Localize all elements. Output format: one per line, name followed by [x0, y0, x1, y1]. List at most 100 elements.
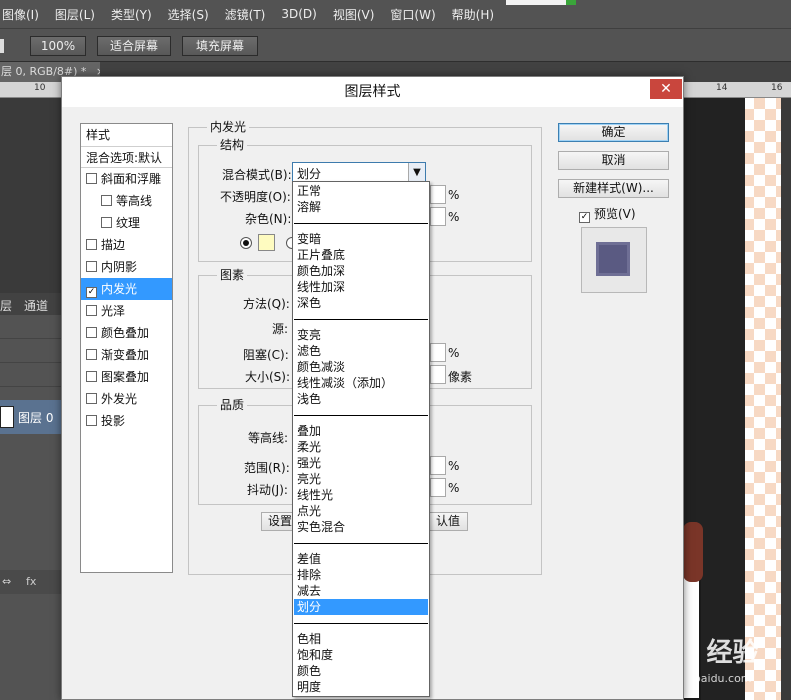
color-radio[interactable] [240, 237, 252, 249]
close-button[interactable]: ✕ [650, 79, 682, 99]
blend-mode-option[interactable]: 线性光 [294, 487, 428, 503]
size-label: 大小(S): [245, 370, 291, 384]
menu-3d[interactable]: 3D(D) [273, 7, 324, 21]
range-field[interactable] [430, 456, 446, 475]
blend-mode-option[interactable]: 明度 [294, 679, 428, 695]
checkbox-icon[interactable] [86, 173, 97, 184]
menu-help[interactable]: 帮助(H) [444, 6, 502, 23]
menu-filter[interactable]: 滤镜(T) [217, 6, 274, 23]
style-item[interactable]: 投影 [81, 410, 172, 432]
size-field[interactable] [430, 365, 446, 384]
blend-mode-option[interactable]: 柔光 [294, 439, 428, 455]
checkbox-icon[interactable] [86, 305, 97, 316]
blend-mode-option[interactable]: 深色 [294, 295, 428, 311]
blend-mode-option[interactable]: 颜色加深 [294, 263, 428, 279]
blend-mode-row[interactable] [0, 341, 61, 363]
layers-panel-footer: ⇔ fx [0, 570, 61, 594]
checkbox-icon[interactable]: ✓ [86, 287, 97, 298]
blend-mode-option[interactable]: 叠加 [294, 423, 428, 439]
new-style-button[interactable]: 新建样式(W)... [558, 179, 669, 198]
cancel-button[interactable]: 取消 [558, 151, 669, 170]
layers-panel-tabs: 层 通道 [0, 293, 61, 315]
checkbox-icon[interactable] [86, 349, 97, 360]
preview-checkbox[interactable]: ✓ 预览(V) [579, 205, 636, 223]
menu-image[interactable]: 图像(I) [0, 6, 47, 23]
blend-mode-option[interactable]: 滤色 [294, 343, 428, 359]
blend-mode-option[interactable]: 颜色减淡 [294, 359, 428, 375]
choke-field[interactable] [430, 343, 446, 362]
link-icon[interactable]: ⇔ [2, 575, 11, 588]
menu-layer[interactable]: 图层(L) [47, 6, 103, 23]
noise-field[interactable] [430, 207, 446, 226]
menu-type[interactable]: 类型(Y) [103, 6, 160, 23]
blending-options-item[interactable]: 混合选项:默认 [81, 146, 172, 168]
checkbox-icon[interactable] [86, 261, 97, 272]
dialog-title: 图层样式 [344, 84, 401, 100]
checkbox-icon[interactable] [86, 415, 97, 426]
zoom-100-button[interactable]: 100% [30, 36, 86, 56]
blend-mode-option[interactable]: 变暗 [294, 231, 428, 247]
layer-filter-row[interactable] [0, 317, 61, 339]
blend-mode-option[interactable]: 色相 [294, 631, 428, 647]
blend-mode-option[interactable]: 正常 [294, 183, 428, 199]
dialog-titlebar[interactable]: 图层样式 ✕ [62, 77, 683, 107]
blend-mode-option[interactable]: 排除 [294, 567, 428, 583]
blend-mode-option[interactable]: 实色混合 [294, 519, 428, 535]
blend-mode-option[interactable]: 线性减淡（添加） [294, 375, 428, 391]
ok-button[interactable]: 确定 [558, 123, 669, 142]
options-bar: 100% 适合屏幕 填充屏幕 [0, 28, 791, 62]
fill-screen-button[interactable]: 填充屏幕 [182, 36, 258, 56]
style-list-header[interactable]: 样式 [81, 124, 172, 146]
blend-mode-option[interactable]: 划分 [294, 599, 428, 615]
style-item[interactable]: 渐变叠加 [81, 344, 172, 366]
tab-channels[interactable]: 通道 [24, 297, 48, 314]
blend-mode-option[interactable]: 溶解 [294, 199, 428, 215]
blend-mode-option[interactable]: 亮光 [294, 471, 428, 487]
style-item[interactable]: 斜面和浮雕 [81, 168, 172, 190]
jitter-field[interactable] [430, 478, 446, 497]
tab-layers[interactable]: 层 [0, 297, 12, 314]
checkbox-icon[interactable] [86, 239, 97, 250]
style-item[interactable]: 图案叠加 [81, 366, 172, 388]
style-item[interactable]: ✓ 内发光 [81, 278, 172, 300]
glow-color-swatch[interactable] [258, 234, 275, 251]
style-item[interactable]: 光泽 [81, 300, 172, 322]
opacity-field[interactable] [430, 185, 446, 204]
blend-mode-option[interactable]: 差值 [294, 551, 428, 567]
menu-view[interactable]: 视图(V) [325, 6, 383, 23]
style-item[interactable]: 外发光 [81, 388, 172, 410]
blend-mode-option[interactable]: 减去 [294, 583, 428, 599]
checkbox-icon[interactable] [86, 327, 97, 338]
checkbox-icon[interactable] [86, 371, 97, 382]
blend-mode-option[interactable]: 饱和度 [294, 647, 428, 663]
checkbox-icon[interactable] [86, 393, 97, 404]
blend-mode-option[interactable]: 正片叠底 [294, 247, 428, 263]
blend-mode-select[interactable]: 划分 ▼ [292, 162, 426, 183]
style-item[interactable]: 描边 [81, 234, 172, 256]
lock-row[interactable] [0, 365, 61, 387]
fit-screen-button[interactable]: 适合屏幕 [97, 36, 171, 56]
checkbox-icon[interactable] [101, 217, 112, 228]
vertical-scrollbar[interactable] [781, 98, 791, 700]
style-item[interactable]: 纹理 [81, 212, 172, 234]
style-item[interactable]: 等高线 [81, 190, 172, 212]
style-item[interactable]: 颜色叠加 [81, 322, 172, 344]
checkbox-icon[interactable] [101, 195, 112, 206]
blend-mode-option[interactable]: 浅色 [294, 391, 428, 407]
fx-icon[interactable]: fx [26, 575, 36, 588]
tool-icon[interactable] [0, 39, 4, 53]
blend-mode-option[interactable]: 线性加深 [294, 279, 428, 295]
blend-mode-option[interactable]: 点光 [294, 503, 428, 519]
layers-panel: 层 通道 图层 0 ⇔ fx [0, 293, 61, 700]
blend-mode-option[interactable]: 颜色 [294, 663, 428, 679]
menu-window[interactable]: 窗口(W) [382, 6, 443, 23]
menu-select[interactable]: 选择(S) [160, 6, 217, 23]
layer-row[interactable]: 图层 0 [0, 400, 61, 434]
blend-mode-option[interactable]: 变亮 [294, 327, 428, 343]
preview-label: 预览(V) [594, 207, 636, 221]
blend-mode-option[interactable]: 强光 [294, 455, 428, 471]
layer-name: 图层 0 [18, 411, 54, 425]
chevron-down-icon[interactable]: ▼ [408, 163, 425, 182]
style-item[interactable]: 内阴影 [81, 256, 172, 278]
reset-default-button[interactable]: 认值 [428, 512, 468, 531]
